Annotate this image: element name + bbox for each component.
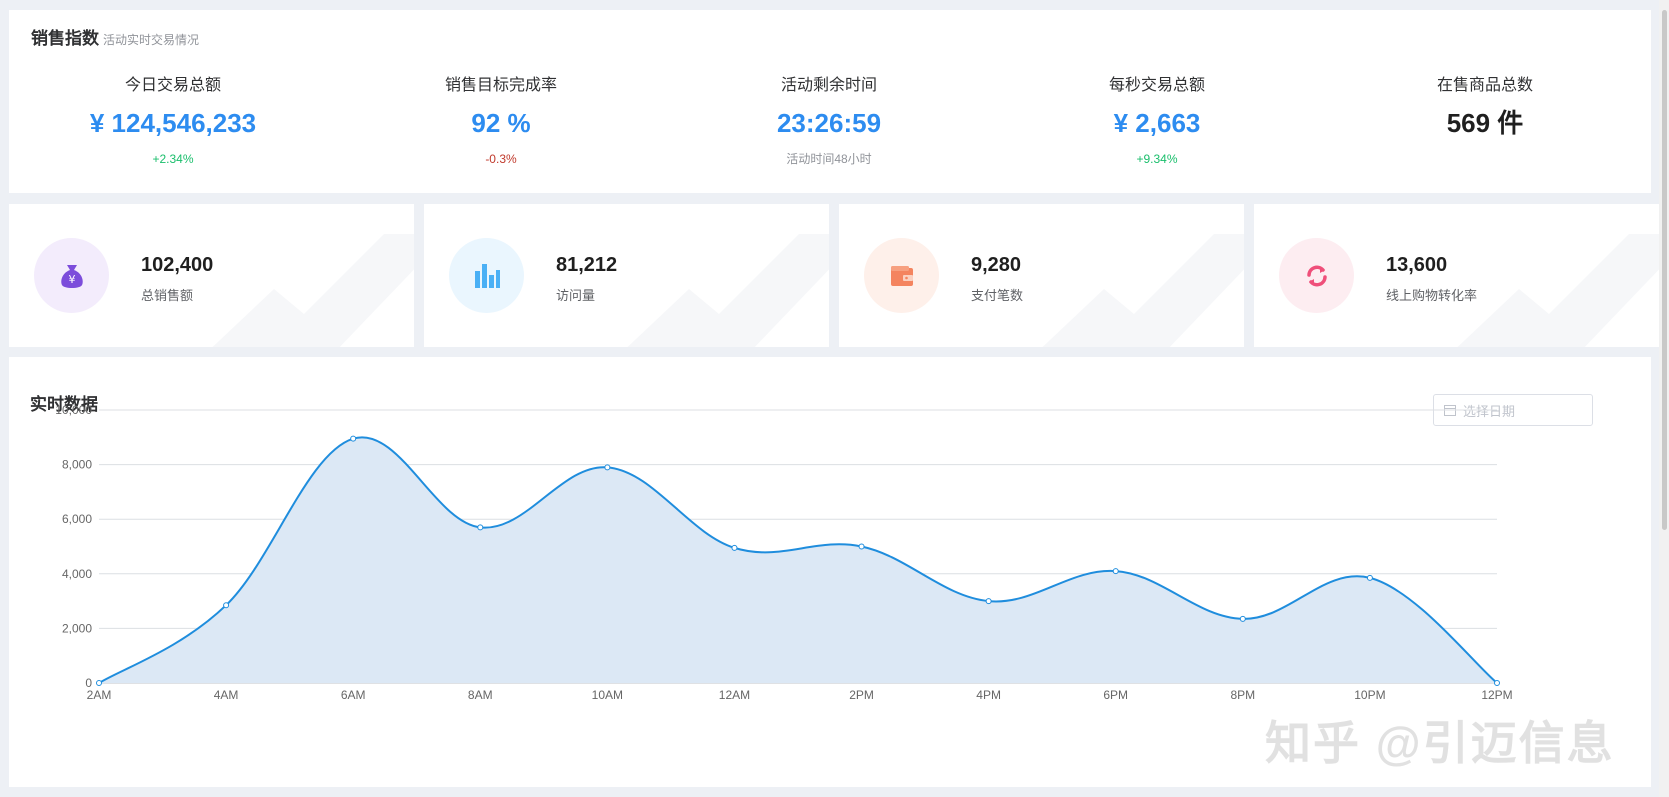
metric-value: ¥ 2,663 [1113, 108, 1201, 138]
y-tick-label: 2,000 [62, 621, 92, 635]
data-point [731, 544, 738, 551]
metric-remaining-time: 活动剩余时间 23:26:59 活动时间48小时 [665, 74, 993, 167]
x-tick-label: 6AM [341, 688, 366, 702]
card-background-decoration [212, 234, 414, 347]
data-point [604, 464, 611, 471]
data-point [477, 524, 484, 531]
metric-per-second: 每秒交易总额 ¥ 2,663 +9.34% [993, 74, 1321, 167]
card-value: 81,212 [556, 254, 618, 276]
watermark: 知乎 @引迈信息 [1265, 717, 1615, 769]
card-value: 9,280 [971, 254, 1022, 276]
metric-label: 今日交易总额 [124, 77, 221, 94]
metric-value: 23:26:59 [776, 108, 882, 138]
metric-value: 569 件 [1446, 108, 1524, 138]
metric-label: 销售目标完成率 [444, 77, 557, 94]
series-area [99, 437, 1497, 683]
card-icon-circle [1279, 238, 1354, 313]
metric-value: 92 % [471, 108, 531, 138]
x-tick-label: 2AM [87, 688, 112, 702]
data-point [1239, 615, 1246, 622]
card-label: 支付笔数 [971, 288, 1024, 303]
x-tick-label: 8AM [468, 688, 493, 702]
wallet-icon [890, 265, 913, 286]
card-icon-circle [449, 238, 524, 313]
card-background-decoration [1042, 234, 1244, 347]
y-tick-label: 8,000 [62, 458, 92, 472]
svg-text:¥: ¥ [68, 273, 75, 286]
card-label: 访问量 [556, 288, 596, 303]
card-value: 102,400 [141, 254, 214, 276]
bar-chart-icon [474, 263, 500, 288]
metric-value: ¥ 124,546,233 [89, 108, 257, 138]
x-tick-label: 4AM [214, 688, 239, 702]
x-tick-label: 12AM [719, 688, 750, 702]
panel-title: 销售指数 活动实时交易情况 [31, 24, 199, 49]
card-value: 13,600 [1386, 254, 1448, 276]
money-bag-icon: ¥ [60, 264, 83, 288]
scrollbar-thumb[interactable] [1662, 10, 1667, 530]
data-point [223, 602, 230, 609]
page-scrollbar[interactable] [1659, 0, 1669, 797]
card-label: 线上购物转化率 [1386, 288, 1478, 303]
data-point [985, 598, 992, 605]
x-tick-label: 12PM [1481, 688, 1512, 702]
metric-change: +2.34% [152, 152, 194, 166]
metric-label: 每秒交易总额 [1108, 77, 1205, 94]
data-point [96, 680, 102, 686]
x-tick-label: 6PM [1103, 688, 1128, 702]
metric-note: 活动时间48小时 [786, 152, 872, 166]
data-point [350, 435, 357, 442]
metric-label: 在售商品总数 [1436, 77, 1533, 94]
x-tick-label: 8PM [1230, 688, 1255, 702]
y-tick-label: 6,000 [62, 512, 92, 526]
refresh-icon [1306, 265, 1327, 286]
card-icon-circle: ¥ [34, 238, 109, 313]
card-icon-circle [864, 238, 939, 313]
card-background-decoration [627, 234, 829, 347]
y-tick-label: 4,000 [62, 567, 92, 581]
x-tick-label: 10PM [1354, 688, 1385, 702]
stat-card-total-sales: ¥ 102,400 总销售额 [9, 204, 414, 347]
card-label: 总销售额 [141, 288, 194, 303]
stat-card-visits: 81,212 访问量 [424, 204, 829, 347]
data-point [1112, 568, 1119, 575]
sales-index-panel: 销售指数 活动实时交易情况 今日交易总额 ¥ 124,546,233 +2.34%… [9, 10, 1651, 193]
sales-index-subtitle: 活动实时交易情况 [103, 33, 200, 47]
metrics-row: 今日交易总额 ¥ 124,546,233 +2.34% 销售目标完成率 92 %… [9, 74, 1651, 167]
metric-products-on-sale: 在售商品总数 569 件 [1321, 74, 1649, 167]
metric-change: -0.3% [485, 152, 517, 166]
stat-card-payments: 9,280 支付笔数 [839, 204, 1244, 347]
metric-label: 活动剩余时间 [780, 77, 877, 94]
y-tick-label: 10,000 [55, 403, 92, 417]
data-point [1366, 574, 1373, 581]
metric-target-rate: 销售目标完成率 92 % -0.3% [337, 74, 665, 167]
metric-change: +9.34% [1136, 152, 1178, 166]
x-tick-label: 4PM [976, 688, 1001, 702]
metric-today-total: 今日交易总额 ¥ 124,546,233 +2.34% [9, 74, 337, 167]
x-tick-label: 10AM [592, 688, 623, 702]
metric-note [1321, 151, 1649, 167]
sales-index-title: 销售指数 [31, 29, 99, 48]
data-point [858, 543, 865, 550]
stat-card-conversion: 13,600 线上购物转化率 [1254, 204, 1659, 347]
data-point [1494, 680, 1500, 686]
x-tick-label: 2PM [849, 688, 874, 702]
